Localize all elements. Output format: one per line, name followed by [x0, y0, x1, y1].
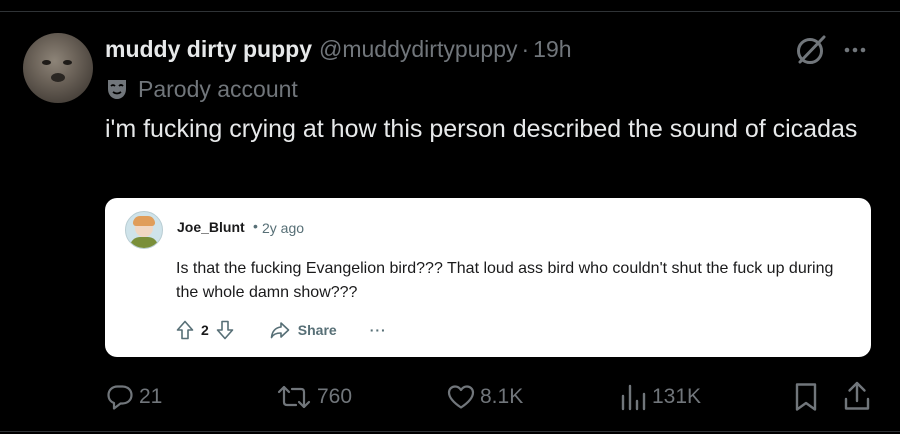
avatar[interactable] — [23, 33, 93, 103]
grok-icon[interactable] — [793, 32, 829, 68]
top-divider — [0, 11, 900, 12]
embedded-timestamp: 2y ago — [262, 220, 305, 236]
embedded-username: Joe_Blunt — [177, 219, 245, 235]
tweet-text: i'm fucking crying at how this person de… — [105, 115, 858, 143]
embedded-post-card[interactable]: Joe_Blunt • 2y ago Is that the fucking E… — [105, 198, 871, 357]
bookmark-icon[interactable] — [793, 382, 819, 412]
downvote-icon — [216, 320, 234, 340]
more-icon[interactable] — [843, 40, 867, 60]
timestamp[interactable]: 19h — [533, 36, 571, 63]
separator-dot: · — [521, 35, 530, 62]
reply-count: 21 — [139, 385, 163, 408]
display-name[interactable]: muddy dirty puppy — [105, 36, 312, 63]
embedded-avatar — [125, 211, 163, 249]
vote-controls: 2 — [176, 320, 234, 340]
upvote-icon — [176, 320, 194, 340]
user-handle[interactable]: @muddydirtypuppy — [319, 36, 518, 63]
reply-icon — [107, 385, 133, 410]
share-label: Share — [297, 322, 337, 338]
theater-mask-icon — [108, 80, 126, 99]
reply-button[interactable]: 21 — [106, 381, 162, 413]
like-count: 8.1K — [480, 385, 524, 408]
repost-count: 760 — [317, 385, 353, 408]
parody-badge: Parody account — [105, 74, 298, 104]
views-count: 131K — [652, 385, 702, 408]
bottom-divider — [0, 431, 900, 432]
embedded-separator: • — [253, 218, 258, 234]
repost-button[interactable]: 760 — [276, 381, 352, 413]
share-icon[interactable] — [843, 380, 871, 412]
share-arrow-icon — [270, 322, 290, 339]
embedded-actions: 2 Share ··· — [176, 319, 387, 341]
parody-label: Parody account — [138, 75, 298, 102]
embedded-share-button: Share — [270, 321, 337, 339]
vote-count: 2 — [201, 322, 209, 338]
analytics-icon — [621, 384, 646, 411]
repost-icon — [277, 385, 311, 409]
views-button[interactable]: 131K — [619, 381, 701, 413]
heart-icon — [447, 385, 475, 409]
embedded-more-button: ··· — [369, 322, 387, 338]
like-button[interactable]: 8.1K — [447, 381, 523, 413]
embedded-post-body: Is that the fucking Evangelion bird??? T… — [176, 260, 834, 301]
tweet-header: muddy dirty puppy @muddydirtypuppy · 19h — [105, 33, 572, 65]
